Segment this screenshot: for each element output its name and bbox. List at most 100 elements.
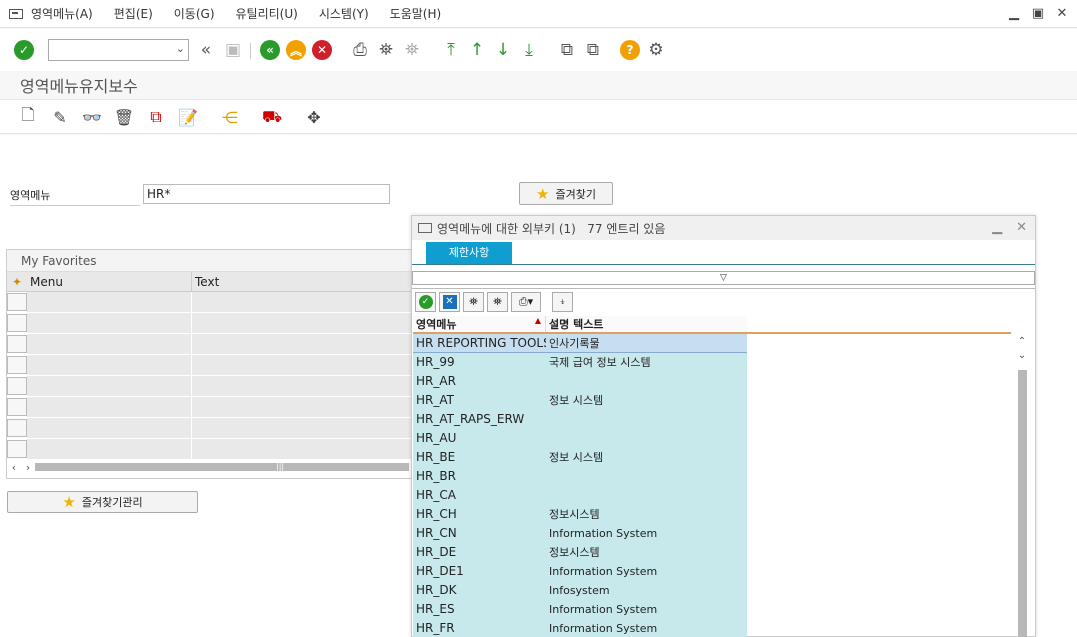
menu-cell[interactable]: HR_FR xyxy=(413,619,546,637)
hierarchy-button[interactable]: ⋲ xyxy=(220,107,240,127)
col-description[interactable]: 설명 텍스트 xyxy=(546,316,747,332)
menu-cell[interactable] xyxy=(27,418,192,438)
menu-cell[interactable] xyxy=(27,313,192,333)
menu-cell[interactable]: HR_DE1 xyxy=(413,562,546,581)
menu-cell[interactable]: HR REPORTING TOOLS xyxy=(413,334,546,353)
menu-edit[interactable]: 편집(E) xyxy=(114,5,153,22)
menu-input[interactable]: HR* xyxy=(143,184,390,204)
desc-cell[interactable]: 정보시스템 xyxy=(546,543,747,562)
menu-cell[interactable]: HR_CA xyxy=(413,486,546,505)
row-selector[interactable] xyxy=(7,440,27,458)
scroll-thumb[interactable] xyxy=(1018,370,1027,637)
favorites-button[interactable]: ★ 즐겨찾기 xyxy=(519,182,613,205)
desc-cell[interactable]: Information System xyxy=(546,524,747,543)
row-selector[interactable] xyxy=(7,314,27,332)
settings-button[interactable]: ⚙ xyxy=(645,39,667,61)
list-item[interactable]: HR_BR xyxy=(413,467,1011,486)
menu-cell[interactable] xyxy=(27,439,192,459)
popup-ok-button[interactable]: ✓ xyxy=(415,291,436,312)
find-next-button[interactable]: ⛯ xyxy=(401,39,423,61)
list-item[interactable]: HR_CA xyxy=(413,486,1011,505)
desc-cell[interactable]: 정보시스템 xyxy=(546,505,747,524)
row-selector[interactable] xyxy=(7,398,27,416)
command-input[interactable] xyxy=(49,40,167,60)
popup-find-button[interactable]: ⛯ xyxy=(463,291,484,312)
close-icon[interactable]: ✕ xyxy=(1016,220,1027,235)
horizontal-scrollbar[interactable]: ‹ › ||| xyxy=(7,460,411,474)
help-button[interactable]: ? xyxy=(619,39,641,61)
new-session-button[interactable]: ⧉ xyxy=(556,39,578,61)
menu-cell[interactable]: HR_AU xyxy=(413,429,546,448)
row-selector[interactable] xyxy=(7,356,27,374)
row-selector[interactable] xyxy=(7,377,27,395)
text-cell[interactable] xyxy=(192,334,411,354)
desc-cell[interactable]: Information System xyxy=(546,619,747,637)
menu-cell[interactable]: HR_CH xyxy=(413,505,546,524)
collapse-command-button[interactable]: « xyxy=(195,39,217,61)
layout-settings-icon[interactable]: ✦ xyxy=(7,272,27,291)
back-button[interactable]: « xyxy=(259,39,281,61)
create-button[interactable]: 🗋 xyxy=(18,105,38,127)
popup-sort-button[interactable]: ⍖ xyxy=(552,291,573,312)
scroll-down-icon[interactable]: ⌄ xyxy=(1016,350,1028,364)
list-item[interactable]: HR_DE 정보시스템 xyxy=(413,543,1011,562)
list-item[interactable]: HR_99 국제 급여 정보 시스템 xyxy=(413,353,1011,372)
cancel-button[interactable]: ✕ xyxy=(311,39,333,61)
popup-cancel-button[interactable]: ✕ xyxy=(439,291,460,312)
menu-cell[interactable]: HR_DK xyxy=(413,581,546,600)
menu-help[interactable]: 도움말(H) xyxy=(390,5,442,22)
save-button[interactable]: ▣ xyxy=(222,39,244,61)
list-item[interactable]: HR_AU xyxy=(413,429,1011,448)
scroll-thumb[interactable]: ||| xyxy=(35,463,409,471)
desc-cell[interactable]: 정보 시스템 xyxy=(546,391,747,410)
menu-goto[interactable]: 이동(G) xyxy=(174,5,215,22)
list-item[interactable]: HR_CH 정보시스템 xyxy=(413,505,1011,524)
menu-cell[interactable]: HR_AT xyxy=(413,391,546,410)
menu-cell[interactable] xyxy=(27,355,192,375)
restrictions-toggle[interactable]: ▽ xyxy=(412,271,1035,285)
print-button[interactable]: ⎙ xyxy=(349,39,371,61)
next-page-button[interactable]: ↓ xyxy=(492,39,514,61)
display-button[interactable]: 👓 xyxy=(82,107,102,127)
text-cell[interactable] xyxy=(192,418,411,438)
menu-cell[interactable] xyxy=(27,376,192,396)
list-item[interactable]: HR_DE1 Information System xyxy=(413,562,1011,581)
list-item[interactable]: HR REPORTING TOOLS 인사기록물 xyxy=(413,334,1011,353)
text-cell[interactable] xyxy=(192,397,411,417)
copy-button[interactable]: ⧉ xyxy=(146,107,166,127)
change-button[interactable]: ✎ xyxy=(50,107,70,127)
desc-cell[interactable] xyxy=(546,372,747,391)
first-page-button[interactable]: ⤒ xyxy=(440,39,462,61)
manage-favorites-button[interactable]: ★ 즐겨찾기관리 xyxy=(7,491,198,513)
text-cell[interactable] xyxy=(192,313,411,333)
favorites-col-text[interactable]: Text xyxy=(192,272,411,291)
col-area-menu[interactable]: 영역메뉴 ▲ xyxy=(413,316,546,332)
list-item[interactable]: HR_AT_RAPS_ERW xyxy=(413,410,1011,429)
desc-cell[interactable] xyxy=(546,467,747,486)
text-cell[interactable] xyxy=(192,439,411,459)
find-button[interactable]: ⛯ xyxy=(375,39,397,61)
menu-area-menu[interactable]: 영역메뉴(A) xyxy=(31,5,93,22)
puzzle-button[interactable]: ✥ xyxy=(304,107,324,127)
chevron-down-icon[interactable]: ⌄ xyxy=(176,42,185,55)
tab-restrictions[interactable]: 제한사항 xyxy=(426,242,512,264)
scroll-left-icon[interactable]: ‹ xyxy=(7,461,21,474)
menu-cell[interactable]: HR_BR xyxy=(413,467,546,486)
list-item[interactable]: HR_BE 정보 시스템 xyxy=(413,448,1011,467)
menu-cell[interactable]: HR_99 xyxy=(413,353,546,372)
close-icon[interactable]: ✕ xyxy=(1055,6,1069,21)
transport-button[interactable]: ⛟ xyxy=(262,107,282,127)
menu-cell[interactable] xyxy=(27,292,192,312)
popup-find-next-button[interactable]: ⛯ xyxy=(487,291,508,312)
menu-cell[interactable]: HR_AR xyxy=(413,372,546,391)
menu-cell[interactable]: HR_ES xyxy=(413,600,546,619)
menu-cell[interactable]: HR_BE xyxy=(413,448,546,467)
menu-cell[interactable] xyxy=(27,397,192,417)
row-selector[interactable] xyxy=(7,293,27,311)
menu-cell[interactable]: HR_CN xyxy=(413,524,546,543)
text-cell[interactable] xyxy=(192,292,411,312)
vertical-scrollbar[interactable]: ⌃ ⌄ xyxy=(1016,336,1028,637)
scroll-right-icon[interactable]: › xyxy=(21,461,35,474)
exit-button[interactable]: ︽ xyxy=(285,39,307,61)
favorites-col-menu[interactable]: Menu xyxy=(27,272,192,291)
